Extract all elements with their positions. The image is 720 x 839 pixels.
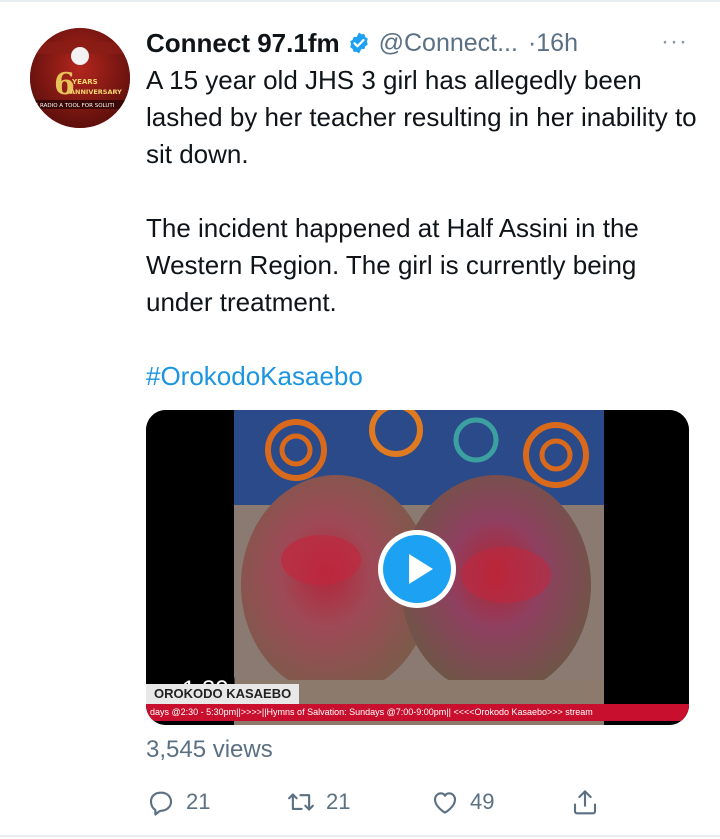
bottom-divider [0,835,720,837]
tweet-text-paragraph: A 15 year old JHS 3 girl has allegedly b… [146,65,697,169]
svg-text:G RADIO A TOOL FOR SOLUTI: G RADIO A TOOL FOR SOLUTI [34,103,115,109]
share-button[interactable] [570,782,600,822]
avatar[interactable]: 6 YEARS ANNIVERSARY G RADIO A TOOL FOR S… [30,28,130,128]
retweet-count: 21 [326,789,351,814]
retweet-button[interactable]: 21 [286,782,350,822]
retweet-icon [288,793,314,811]
avatar-logo: 6 YEARS ANNIVERSARY G RADIO A TOOL FOR S… [30,28,130,128]
tweet-actions: 21 21 49 [146,782,616,822]
handle[interactable]: @Connect... [379,29,518,58]
reply-button[interactable]: 21 [146,782,210,822]
display-name[interactable]: Connect 97.1fm [146,28,340,59]
more-icon[interactable]: ··· [661,28,688,56]
video-player[interactable]: 1:39 OROKODO KASAEBO days @2:30 - 5:30pm… [146,410,689,725]
hashtag-link[interactable]: #OrokodoKasaebo [146,358,363,395]
svg-text:YEARS: YEARS [71,78,98,86]
video-ticker: days @2:30 - 5:30pm||>>>>||Hymns of Salv… [146,704,689,721]
verified-badge-icon [347,31,371,55]
tweet-text: A 15 year old JHS 3 girl has allegedly b… [146,62,706,321]
timestamp[interactable]: ·16h [528,29,578,58]
tweet-header: Connect 97.1fm @Connect... ·16h ··· [146,24,706,62]
reply-icon [149,791,173,816]
like-button[interactable]: 49 [430,782,494,822]
share-icon [573,790,597,815]
view-count: 3,545 views [146,736,273,763]
like-count: 49 [470,789,495,814]
play-icon[interactable] [378,530,456,608]
video-lower-third: OROKODO KASAEBO [146,684,300,704]
tweet-text-paragraph: The incident happened at Half Assini in … [146,213,639,317]
like-icon [433,792,457,814]
top-divider [0,0,720,2]
svg-text:ANNIVERSARY: ANNIVERSARY [70,88,122,96]
reply-count: 21 [186,789,211,814]
